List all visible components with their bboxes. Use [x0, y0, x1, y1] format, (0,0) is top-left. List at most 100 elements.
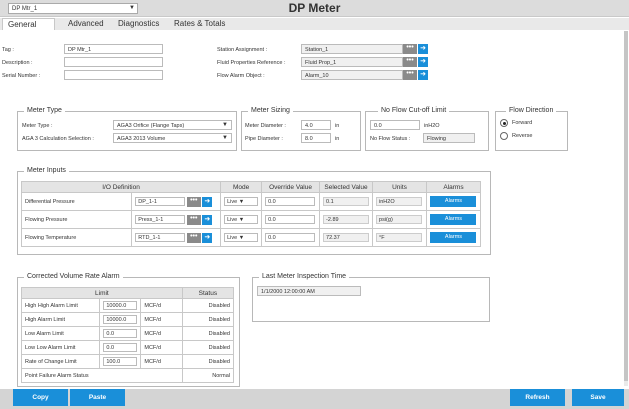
volume-alarm-title: Corrected Volume Rate Alarm [24, 273, 123, 280]
tab-advanced[interactable]: Advanced [63, 18, 109, 30]
no-flow-limit-input[interactable]: 0.0 [370, 120, 420, 130]
selected-value: 0.1 [323, 197, 370, 206]
io-goto-button[interactable]: ➜ [202, 196, 213, 207]
mode-cell: Live ▼ [220, 228, 263, 247]
limit-value-input[interactable]: 100.0 [103, 357, 138, 366]
io-definition-field[interactable]: DP_1-1 [135, 196, 186, 206]
override-cell: 0.0 [261, 192, 321, 211]
override-input[interactable]: 0.0 [265, 215, 316, 224]
tag-input[interactable]: DP Mtr_1 [64, 44, 163, 54]
meter-type-select[interactable]: AGA3 Orifice (Flange Taps) ▼ [113, 120, 232, 130]
refresh-button[interactable]: Refresh [510, 389, 565, 406]
flow-alarm-browse-button[interactable]: ••• [403, 70, 417, 80]
pipe-diameter-label: Pipe Diameter : [245, 136, 283, 142]
flow-alarm-goto-button[interactable]: ➜ [418, 70, 428, 80]
description-input[interactable] [64, 57, 163, 67]
units-cell: psi(g) [372, 210, 427, 229]
forward-radio[interactable] [500, 119, 508, 127]
io-browse-button[interactable]: ••• [186, 214, 201, 225]
io-browse-button[interactable]: ••• [186, 196, 201, 207]
meter-type-label: Meter Type : [22, 123, 53, 129]
pipe-diameter-unit: in [335, 136, 340, 142]
override-input[interactable]: 0.0 [265, 233, 316, 242]
flow-alarm-field: Alarm_10 [301, 70, 403, 80]
calc-selection-value: AGA3 2013 Volume [117, 136, 166, 142]
tab-rates-totals[interactable]: Rates & Totals [169, 18, 230, 30]
meter-inputs-title: Meter Inputs [24, 167, 69, 174]
io-cell: RTD_1-1 ••• ➜ [131, 228, 222, 247]
pipe-diameter-input[interactable]: 8.0 [301, 133, 331, 143]
paste-button[interactable]: Paste [70, 389, 125, 406]
tab-bar: General Advanced Diagnostics Rates & Tot… [0, 18, 629, 30]
station-goto-button[interactable]: ➜ [418, 44, 428, 54]
alarms-button[interactable]: Alarms [430, 232, 477, 243]
io-definition-field[interactable]: Press_1-1 [135, 214, 186, 224]
limit-unit: MCF/d [140, 312, 183, 327]
tab-diagnostics[interactable]: Diagnostics [113, 18, 164, 30]
table-row: Rate of Change Limit 100.0 MCF/d Disable… [20, 354, 235, 369]
table-header-row: Limit Status [21, 287, 235, 299]
limit-value-cell: 0.0 [99, 326, 142, 341]
units-value: °F [376, 233, 423, 242]
header-bar: DP Mtr_1 ▼ DP Meter [0, 0, 629, 17]
mode-select[interactable]: Live ▼ [224, 215, 259, 224]
forward-label: Forward [512, 120, 533, 126]
units-cell: inH2O [372, 192, 427, 211]
limit-value-input[interactable]: 0.0 [103, 343, 138, 352]
table-row: Differential Pressure DP_1-1 ••• ➜ Live … [20, 192, 482, 211]
limit-name: Low Low Alarm Limit [20, 340, 101, 355]
meter-sizing-title: Meter Sizing [248, 107, 293, 114]
units-value: psi(g) [376, 215, 423, 224]
io-goto-button[interactable]: ➜ [202, 232, 213, 243]
calc-selection-select[interactable]: AGA3 2013 Volume ▼ [113, 133, 232, 143]
description-label: Description : [2, 60, 33, 66]
tag-label: Tag : [2, 47, 14, 53]
column-header: Units [372, 181, 427, 193]
mode-select[interactable]: Live ▼ [224, 233, 259, 242]
save-button[interactable]: Save [572, 389, 624, 406]
station-browse-button[interactable]: ••• [403, 44, 417, 54]
io-cell: DP_1-1 ••• ➜ [131, 192, 222, 211]
input-name: Flowing Temperature [20, 228, 133, 247]
limit-name: High High Alarm Limit [20, 298, 101, 313]
fluid-browse-button[interactable]: ••• [403, 57, 417, 67]
copy-button[interactable]: Copy [13, 389, 68, 406]
alarms-button[interactable]: Alarms [430, 214, 477, 225]
page-title: DP Meter [288, 1, 341, 15]
units-cell: °F [372, 228, 427, 247]
limit-value-input[interactable]: 10000.0 [103, 301, 138, 310]
fluid-goto-button[interactable]: ➜ [418, 57, 428, 67]
no-flow-status-label: No Flow Status : [370, 136, 411, 142]
alarms-button[interactable]: Alarms [430, 196, 477, 207]
inspection-time-field: 1/1/2000 12:00:00 AM [257, 286, 361, 296]
reverse-label: Reverse [512, 133, 533, 139]
io-goto-button[interactable]: ➜ [202, 214, 213, 225]
column-header: Limit [21, 287, 183, 299]
alarm-cell: Alarms [425, 192, 482, 211]
override-input[interactable]: 0.0 [265, 197, 316, 206]
limit-value-input[interactable]: 10000.0 [103, 315, 138, 324]
column-header: Mode [220, 181, 263, 193]
no-flow-group: No Flow Cut-off Limit [365, 107, 489, 151]
tab-general[interactable]: General [2, 18, 55, 30]
limit-unit: MCF/d [140, 298, 183, 313]
mode-cell: Live ▼ [220, 192, 263, 211]
limit-value-input[interactable]: 0.0 [103, 329, 138, 338]
limit-status: Disabled [181, 326, 235, 341]
selected-value: -2.89 [323, 215, 370, 224]
station-assignment-field: Station_1 [301, 44, 403, 54]
limit-unit: MCF/d [140, 326, 183, 341]
io-definition-field[interactable]: RTD_1-1 [135, 232, 186, 242]
meter-diameter-input[interactable]: 4.0 [301, 120, 331, 130]
scrollbar-thumb[interactable] [624, 31, 628, 381]
reverse-radio[interactable] [500, 132, 508, 140]
table-row: Low Low Alarm Limit 0.0 MCF/d Disabled [20, 340, 235, 355]
mode-select[interactable]: Live ▼ [224, 197, 259, 206]
io-browse-button[interactable]: ••• [186, 232, 201, 243]
limit-status: Disabled [181, 298, 235, 313]
limit-name: Rate of Change Limit [20, 354, 101, 369]
no-flow-unit: inH2O [424, 123, 440, 129]
serial-number-input[interactable] [64, 70, 163, 80]
selected-cell: 0.1 [319, 192, 374, 211]
table-row: Point Failure Alarm Status Normal [21, 368, 235, 383]
